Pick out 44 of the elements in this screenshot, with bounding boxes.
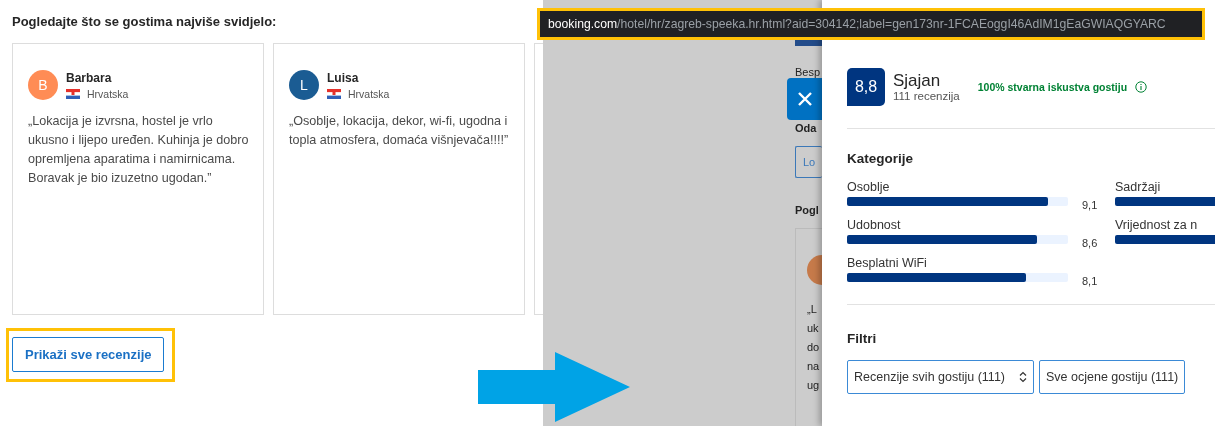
section-title: Oda xyxy=(795,122,817,134)
category-label: Osoblje xyxy=(847,180,891,194)
reviews-title: Pogl xyxy=(795,204,819,216)
flag-icon xyxy=(66,88,80,99)
close-button[interactable] xyxy=(787,78,823,120)
updown-icon xyxy=(1019,371,1027,383)
close-icon xyxy=(797,91,813,107)
show-all-reviews-button[interactable]: Prikaži sve recenzije xyxy=(12,337,165,372)
section-heading: Pogledajte što se gostima najviše svidjelo: xyxy=(12,14,278,29)
country-name: Hrvatska xyxy=(87,87,129,100)
category-label: Udobnost xyxy=(847,218,902,232)
review-text: „Lokacija je izvrsna, hostel je vrlo ukusno i lijepo uređen. Kuhinja je dobro opremljena aparatima i namirnicama. Boravak je bio izuzetno ugodan.” xyxy=(28,113,249,187)
country-name: Hrvatska xyxy=(348,87,390,100)
category-label: Sadržaji xyxy=(1115,180,1162,194)
reviewer-name: Barbara xyxy=(66,70,113,85)
score-badge: 8,8 xyxy=(847,68,885,106)
rating-word: Sjajan xyxy=(893,72,942,90)
category-score: 9,1 xyxy=(1082,199,1098,211)
category-score: 8,1 xyxy=(1082,275,1098,287)
filter-select[interactable]: Sve ocjene gostiju (111) xyxy=(1039,360,1186,394)
filter-select[interactable]: Recenzije svih gostiju (111) xyxy=(847,360,1034,394)
avatar: B xyxy=(28,70,58,100)
amenity-label: Besp xyxy=(795,66,821,78)
review-text-line: do xyxy=(807,340,821,355)
review-text-line: „L xyxy=(807,302,818,317)
categories-title: Kategorije xyxy=(847,151,915,166)
arrow-icon xyxy=(478,352,630,424)
avatar: L xyxy=(289,70,319,100)
info-icon xyxy=(1135,81,1148,93)
flag-icon xyxy=(327,88,341,99)
review-text-line: uk xyxy=(807,321,820,336)
review-text-line: ug xyxy=(807,378,821,393)
address-bar[interactable]: booking.com/hotel/hr/zagreb-speeka.hr.html?aid=304142;label=gen173nr-1FCAEoggI46AdIM1gEaGWIAQGYARC xyxy=(537,8,1205,40)
category-label: Vrijednost za n xyxy=(1115,218,1199,232)
reviewer-name: Luisa xyxy=(327,70,360,85)
button-fragment xyxy=(795,40,822,46)
category-label: Besplatni WiFi xyxy=(847,256,928,270)
filters-title: Filtri xyxy=(847,331,878,346)
review-text-line: na xyxy=(807,359,821,374)
category-score: 8,6 xyxy=(1082,237,1098,249)
review-count: 111 recenzija xyxy=(893,89,960,102)
review-text: „Osoblje, lokacija, dekor, wi-fi, ugodna i topla atmosfera, domaća višnjevača!!!!” xyxy=(289,113,510,149)
avatar xyxy=(807,255,822,285)
verified-note: 100% stvarna iskustva gostiju xyxy=(977,81,1128,93)
